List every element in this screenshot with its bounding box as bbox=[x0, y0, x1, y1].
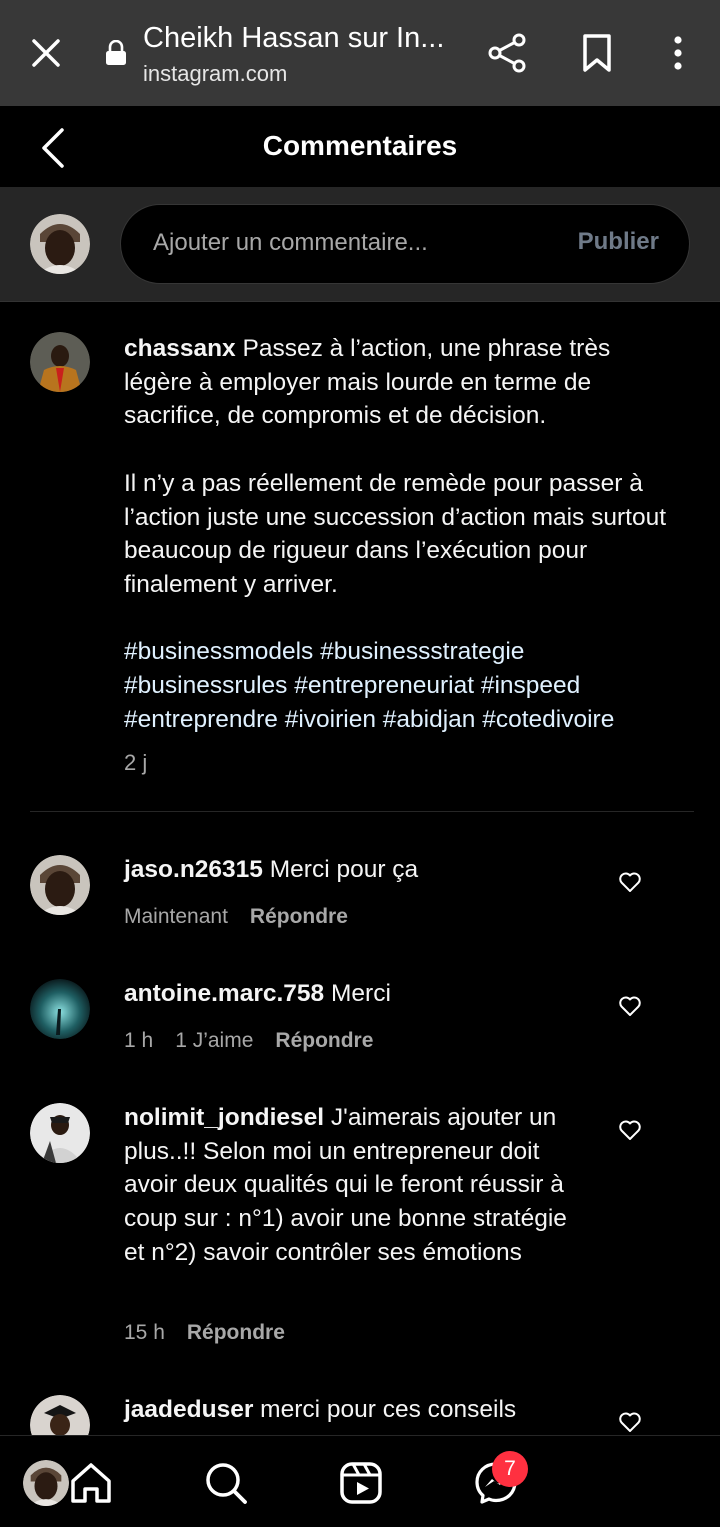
comment-body: merci pour ces conseils bbox=[253, 1396, 517, 1423]
browser-domain: instagram.com bbox=[143, 61, 288, 86]
heart-icon[interactable] bbox=[618, 1119, 642, 1141]
publish-button[interactable]: Publier bbox=[578, 228, 659, 256]
comment-compose-bar: Ajouter un commentaire... Publier bbox=[0, 188, 720, 302]
nav-search[interactable] bbox=[180, 1436, 270, 1527]
comment-text: antoine.marc.758 Merci bbox=[124, 977, 584, 1011]
comment-time: 1 h bbox=[124, 1029, 154, 1052]
author-avatar[interactable] bbox=[30, 332, 90, 392]
nav-messages[interactable] bbox=[450, 1436, 540, 1527]
heart-icon[interactable] bbox=[618, 1411, 642, 1433]
comment-username[interactable]: antoine.marc.758 bbox=[124, 980, 324, 1007]
comment-text: nolimit_jondiesel J'aimerais ajouter un … bbox=[124, 1101, 584, 1270]
commenter-avatar[interactable] bbox=[30, 855, 90, 915]
page-header: Commentaires bbox=[0, 106, 720, 188]
search-icon bbox=[206, 1463, 247, 1504]
caption-text: chassanx Passez à l’action, une phrase t… bbox=[124, 332, 669, 736]
close-icon[interactable] bbox=[26, 33, 66, 73]
caption-timestamp: 2 j bbox=[124, 750, 148, 775]
bookmark-icon[interactable] bbox=[578, 32, 616, 74]
commenter-avatar[interactable] bbox=[30, 979, 90, 1039]
caption-divider bbox=[30, 811, 694, 812]
browser-toolbar: Cheikh Hassan sur In... instagram.com bbox=[0, 0, 720, 106]
nav-reels[interactable] bbox=[315, 1436, 405, 1527]
more-options-icon[interactable] bbox=[664, 32, 692, 74]
caption-username[interactable]: chassanx bbox=[124, 335, 236, 362]
comment-username[interactable]: jaso.n26315 bbox=[124, 856, 263, 883]
profile-avatar[interactable] bbox=[23, 1460, 69, 1506]
comment-time: 15 h bbox=[124, 1321, 165, 1344]
bottom-navigation: 7 bbox=[0, 1435, 720, 1527]
comment-body: Merci pour ça bbox=[262, 856, 419, 883]
reels-icon bbox=[340, 1462, 382, 1504]
caption-paragraph-2: Il n’y a pas réellement de remède pour p… bbox=[124, 469, 667, 598]
reply-button[interactable]: Répondre bbox=[275, 1029, 373, 1052]
current-user-avatar bbox=[30, 214, 90, 274]
comment-time: Maintenant bbox=[124, 905, 228, 928]
commenter-avatar[interactable] bbox=[30, 1103, 90, 1163]
post-caption: chassanx Passez à l’action, une phrase t… bbox=[0, 302, 720, 812]
caption-paragraph-1: chassanx Passez à l’action, une phrase t… bbox=[124, 332, 669, 433]
reply-button[interactable]: Répondre bbox=[250, 905, 348, 928]
lock-icon bbox=[106, 40, 126, 65]
reply-button[interactable]: Répondre bbox=[187, 1321, 285, 1344]
home-icon bbox=[71, 1463, 111, 1503]
comment-input-placeholder: Ajouter un commentaire... bbox=[153, 229, 428, 256]
heart-icon[interactable] bbox=[618, 871, 642, 893]
share-icon[interactable] bbox=[486, 32, 528, 74]
comment-input[interactable]: Ajouter un commentaire... Publier bbox=[120, 204, 690, 284]
comment-username[interactable]: jaadeduser bbox=[124, 1396, 253, 1423]
page-title: Commentaires bbox=[262, 130, 458, 161]
messages-badge: 7 bbox=[492, 1451, 528, 1487]
heart-icon[interactable] bbox=[618, 995, 642, 1017]
comment-text: jaadeduser merci pour ces conseils bbox=[124, 1393, 584, 1427]
caption-hashtags[interactable]: #businessmodels #businessstrategie #busi… bbox=[124, 635, 669, 736]
comment-username[interactable]: nolimit_jondiesel bbox=[124, 1104, 324, 1131]
comment-meta: 15 h Répondre bbox=[124, 1321, 307, 1345]
comment-text: jaso.n26315 Merci pour ça bbox=[124, 853, 584, 887]
comment-body: Merci bbox=[324, 980, 391, 1007]
comment-meta: Maintenant Répondre bbox=[124, 905, 370, 929]
browser-page-title: Cheikh Hassan sur In... bbox=[143, 22, 445, 54]
comment-likes[interactable]: 1 J’aime bbox=[175, 1029, 253, 1052]
comment-meta: 1 h 1 J’aime Répondre bbox=[124, 1029, 395, 1053]
